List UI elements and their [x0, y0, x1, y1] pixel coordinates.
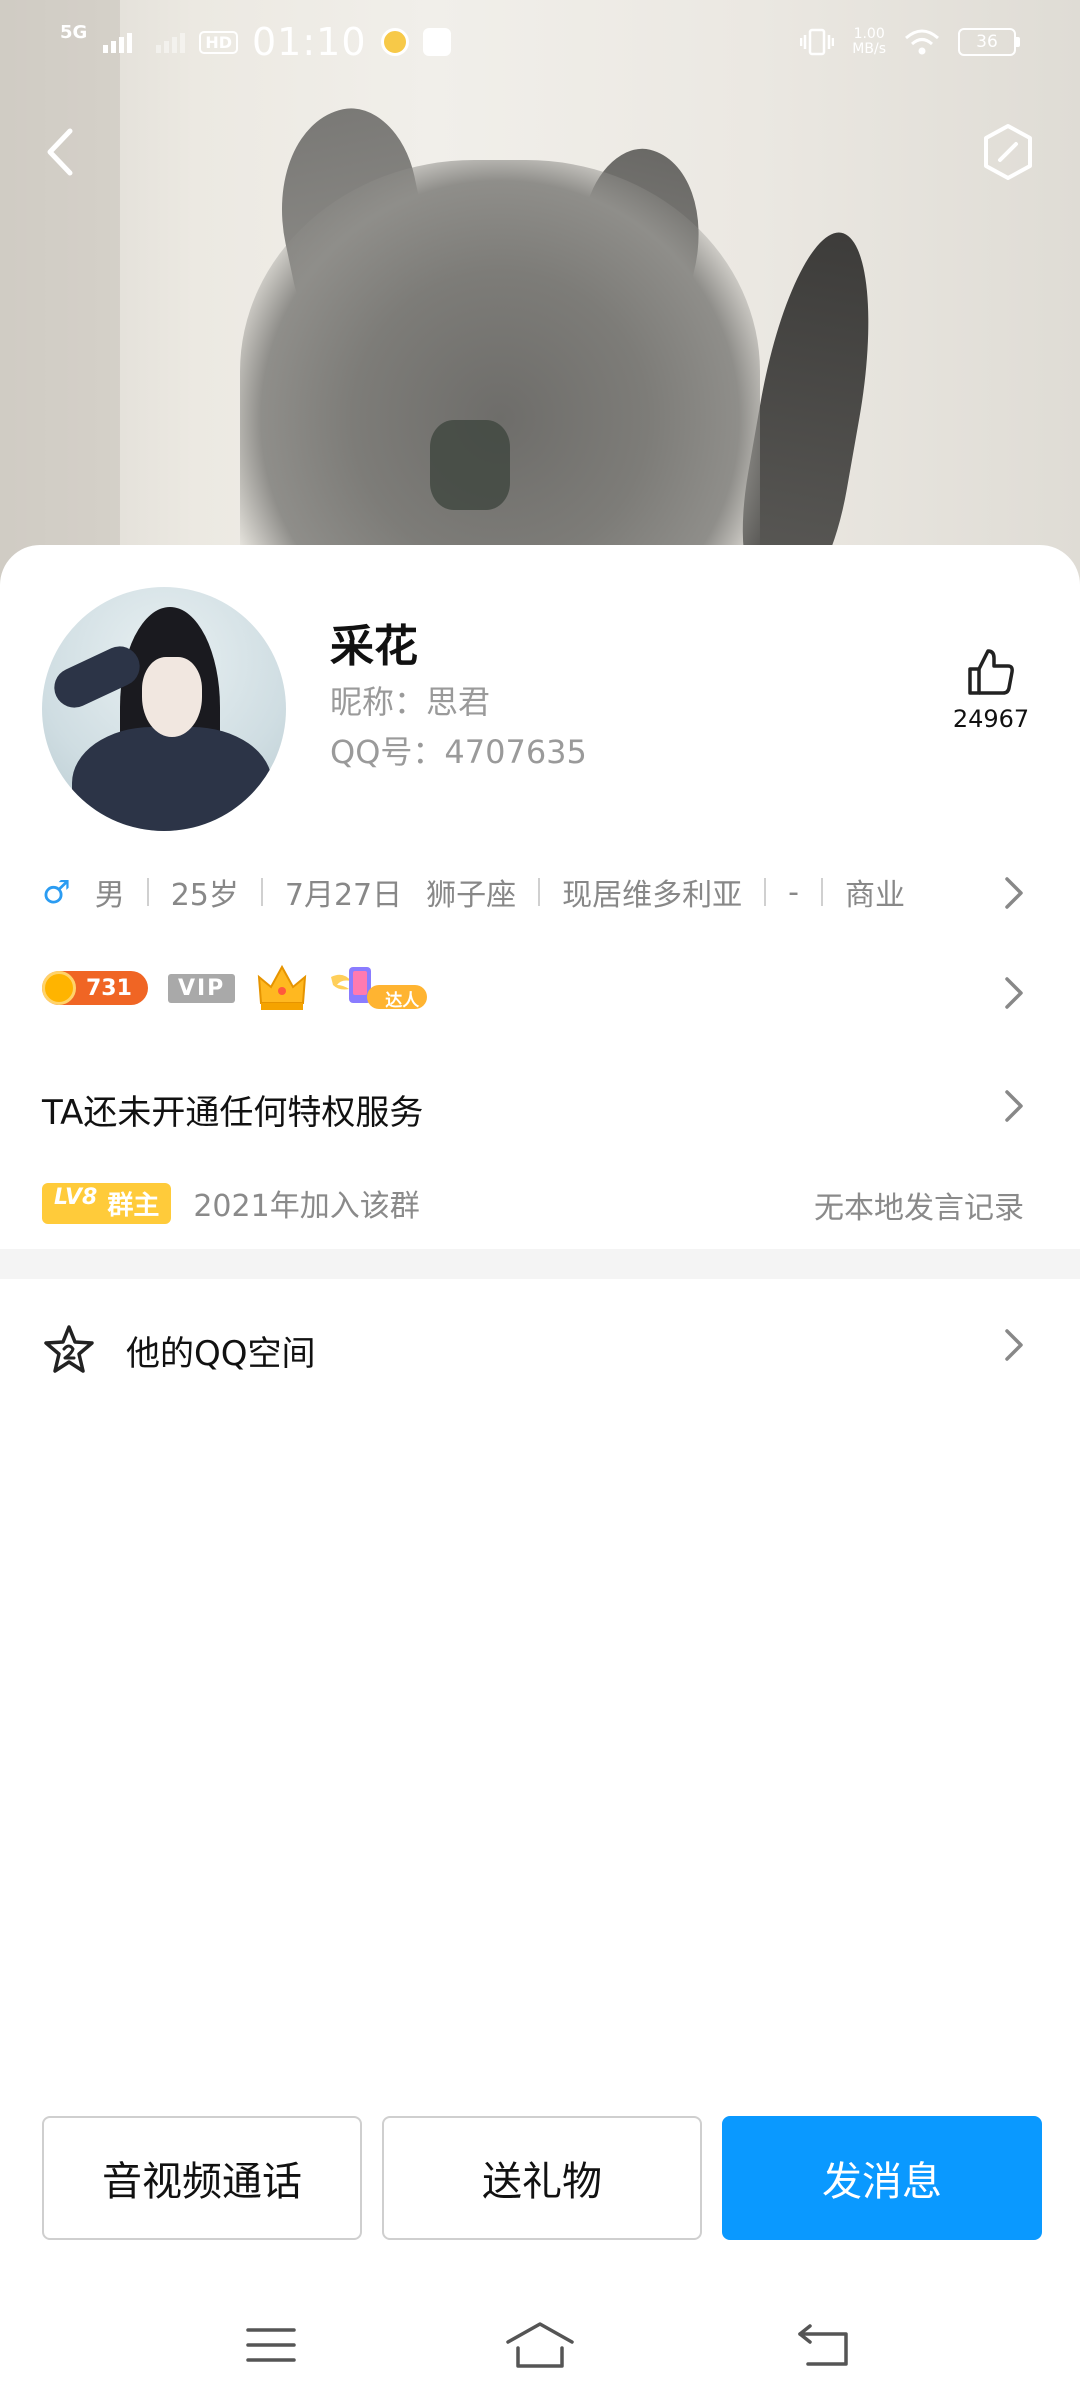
like-button[interactable]: 24967: [946, 645, 1036, 733]
av-call-button[interactable]: 音视频通话: [42, 2116, 362, 2240]
group-level-badge: LV8 群主: [42, 1182, 172, 1224]
qzone-star-icon: [44, 1325, 94, 1373]
privilege-status-text[interactable]: TA还未开通任何特权服务: [42, 1085, 423, 1134]
info-zodiac: 狮子座: [426, 878, 517, 913]
home-icon[interactable]: [504, 2320, 576, 2370]
network-speed-unit: MB/s: [852, 41, 886, 57]
back-arrow-icon[interactable]: [40, 125, 80, 179]
profile-cover-image[interactable]: [0, 0, 1080, 600]
profile-qq-number[interactable]: QQ号：4707635: [330, 727, 587, 773]
qzone-entry[interactable]: 他的QQ空间: [42, 1315, 1038, 1385]
qzone-chevron-right-icon[interactable]: [1003, 1327, 1025, 1363]
section-divider: [0, 1249, 1080, 1279]
cover-wall: [0, 0, 120, 600]
privilege-chevron-right-icon[interactable]: [1003, 1088, 1025, 1124]
like-count: 24967: [952, 705, 1030, 733]
vip-badge: VIP: [167, 973, 236, 1003]
profile-name: 采花: [330, 621, 418, 672]
back-icon[interactable]: [796, 2320, 852, 2370]
wifi-icon: [905, 29, 939, 55]
app-notification-icon: [422, 28, 451, 56]
hd-voice-icon: HD: [199, 30, 238, 54]
signal-icon: [103, 31, 133, 53]
profile-info-row[interactable]: ♂ 男 25岁 7月27日 狮子座 现居维多利亚 - 商业: [42, 867, 1042, 917]
vibrate-icon: [800, 28, 835, 56]
coin-level-value: 731: [86, 975, 132, 1001]
group-role: 群主: [107, 1190, 160, 1221]
badges-row[interactable]: 731 VIP 达人: [42, 963, 429, 1013]
send-message-button[interactable]: 发消息: [722, 2116, 1042, 2240]
profile-nickname: 昵称：思君: [330, 683, 491, 721]
status-bar: 5G HD 01:10 1.00 MB/s 36: [0, 0, 1080, 84]
info-birthday: 7月27日: [284, 878, 403, 913]
battery-icon: 36: [958, 28, 1020, 56]
thumbs-up-icon: [968, 649, 1014, 695]
group-info-row: LV8 群主 2021年加入该群: [42, 1181, 420, 1225]
info-age: 25岁: [170, 878, 239, 913]
info-location: 现居维多利亚: [562, 878, 743, 913]
talent-badge: 达人: [329, 963, 429, 1013]
cover-cat-nose: [430, 420, 510, 510]
cover-cat-head: [240, 160, 760, 600]
settings-hexagon-icon[interactable]: [980, 122, 1036, 182]
network-speed: 1.00 MB/s: [852, 27, 886, 57]
menu-icon[interactable]: [244, 2320, 298, 2370]
badges-chevron-right-icon[interactable]: [1003, 975, 1025, 1011]
talent-badge-label: 达人: [385, 991, 420, 1011]
clock: 01:10: [251, 20, 367, 64]
coin-level-badge: 731: [42, 971, 148, 1005]
qzone-label: 他的QQ空间: [126, 1333, 316, 1374]
info-gender: 男: [94, 878, 125, 913]
group-joined-text: 2021年加入该群: [193, 1189, 420, 1224]
info-industry: 商业: [844, 878, 905, 913]
info-chevron-right-icon[interactable]: [1003, 875, 1025, 911]
system-navigation-bar: [0, 2300, 1080, 2390]
avatar[interactable]: [42, 587, 286, 831]
info-dash: -: [788, 874, 799, 910]
send-gift-button[interactable]: 送礼物: [382, 2116, 702, 2240]
network-speed-value: 1.00: [853, 26, 885, 42]
crown-icon: [258, 964, 307, 1010]
action-buttons: 音视频通话 送礼物 发消息: [42, 2116, 1042, 2240]
network-type: 5G: [60, 21, 88, 43]
group-level: LV8: [54, 1184, 98, 1210]
no-local-records-text: 无本地发言记录: [814, 1191, 1024, 1226]
qq-notification-icon: [380, 28, 409, 56]
signal-secondary-icon: [156, 31, 186, 53]
battery-level: 36: [958, 28, 1016, 56]
gender-male-icon: ♂: [42, 873, 71, 911]
